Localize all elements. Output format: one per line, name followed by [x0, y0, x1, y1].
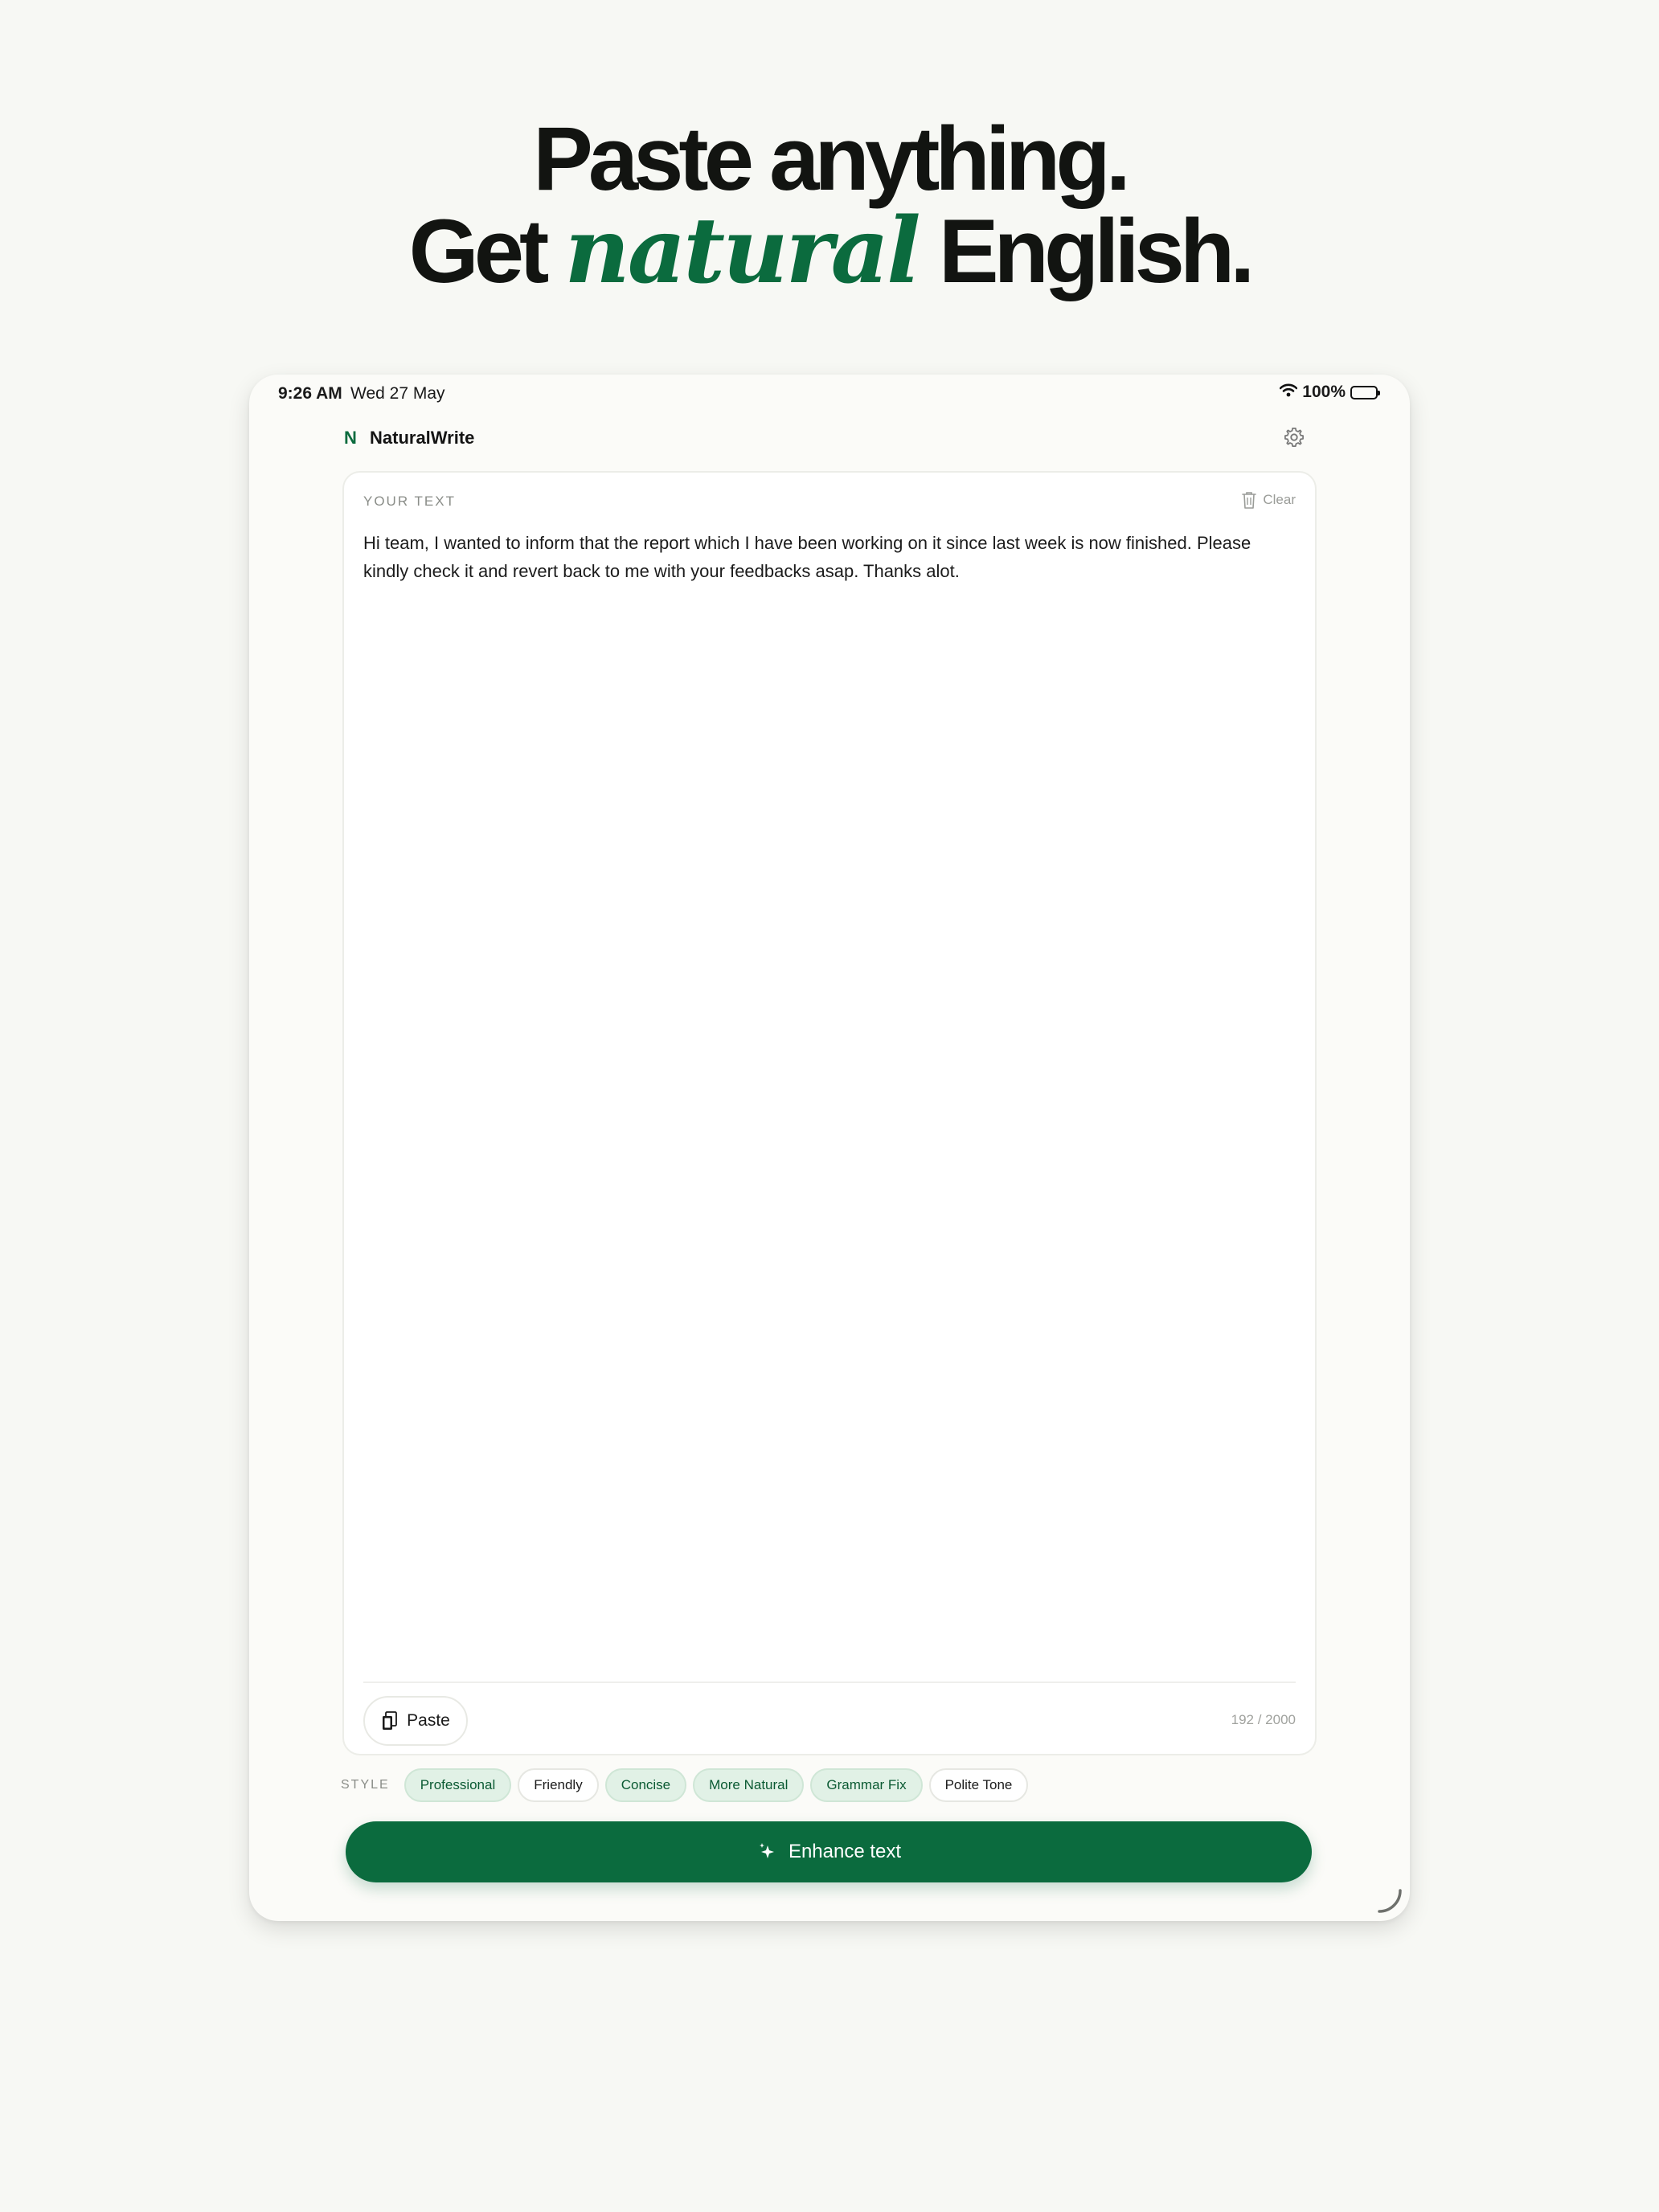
logo-mark-icon: N: [344, 428, 357, 448]
paste-button[interactable]: Paste: [363, 1696, 468, 1746]
battery-icon: [1350, 385, 1380, 399]
status-time: 9:26 AM: [278, 384, 342, 403]
headline-line-2-post: English.: [918, 201, 1256, 301]
sparkle-icon: [759, 1843, 774, 1858]
headline-line-2: Get natural English.: [0, 205, 1659, 297]
headline-line-2-pre: Get: [408, 201, 565, 301]
style-chip-polite-tone[interactable]: Polite Tone: [928, 1768, 1029, 1802]
enhance-text-label: Enhance text: [788, 1841, 902, 1862]
style-label: STYLE: [341, 1778, 390, 1792]
marketing-headline: Paste anything. Get natural English.: [0, 113, 1659, 297]
text-input-card: YOUR TEXT Clear Hi team, I wanted to inf…: [342, 471, 1317, 1755]
clear-button[interactable]: Clear: [1240, 490, 1296, 510]
your-text-label: YOUR TEXT: [363, 494, 456, 509]
wifi-icon: [1279, 383, 1298, 402]
text-input-area[interactable]: Hi team, I wanted to inform that the rep…: [363, 529, 1296, 585]
clipboard-icon: [383, 1711, 398, 1730]
style-chip-concise[interactable]: Concise: [604, 1768, 687, 1802]
style-chip-professional[interactable]: Professional: [403, 1768, 512, 1802]
settings-button[interactable]: [1280, 423, 1309, 452]
app-name: NaturalWrite: [370, 428, 475, 448]
status-bar: 9:26 AM Wed 27 May 100%: [249, 375, 1410, 413]
enhance-text-button[interactable]: Enhance text: [346, 1821, 1312, 1882]
style-chip-friendly[interactable]: Friendly: [518, 1768, 599, 1802]
resize-corner-icon: [1378, 1889, 1402, 1913]
character-counter: 192 / 2000: [1231, 1712, 1296, 1727]
gear-icon: [1284, 428, 1304, 447]
headline-accent-word: natural: [564, 199, 920, 304]
tablet-frame: 9:26 AM Wed 27 May 100% N NaturalWrite Y: [249, 375, 1410, 1921]
app-header: N NaturalWrite: [249, 421, 1410, 463]
battery-percent: 100%: [1302, 383, 1346, 401]
status-right-group: 100%: [1279, 383, 1380, 402]
paste-label: Paste: [407, 1711, 450, 1730]
status-date: Wed 27 May: [350, 384, 445, 403]
style-chip-grammar-fix[interactable]: Grammar Fix: [810, 1768, 923, 1802]
clear-label: Clear: [1263, 492, 1296, 507]
trash-icon: [1242, 492, 1257, 509]
style-chip-more-natural[interactable]: More Natural: [693, 1768, 805, 1802]
card-divider: [363, 1682, 1296, 1683]
headline-line-1: Paste anything.: [533, 109, 1131, 209]
style-selector: STYLE Professional Friendly Concise More…: [341, 1768, 1321, 1802]
